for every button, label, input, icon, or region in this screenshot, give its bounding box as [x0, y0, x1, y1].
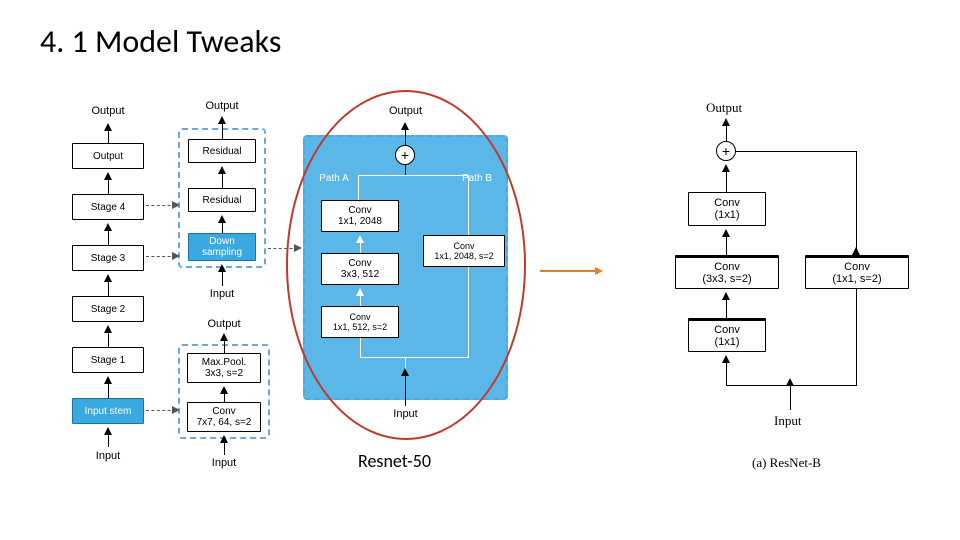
txt: Conv [844, 261, 870, 273]
dash-arrow [172, 201, 180, 209]
hline [736, 151, 856, 152]
txt: 7x7, 64, s=2 [197, 417, 252, 428]
arrow [104, 223, 112, 231]
txt: Input stem [85, 406, 132, 417]
col1-inputstem: Input stem [72, 398, 144, 424]
txt: Stage 3 [91, 253, 125, 264]
stem [222, 124, 223, 139]
col1-stage4: Stage 4 [72, 194, 144, 220]
dash-arrow [172, 252, 180, 260]
stem [224, 443, 225, 455]
txt: Residual [203, 195, 242, 206]
txt: (1x1) [714, 336, 739, 348]
arrow [220, 386, 228, 394]
col4-c1: Conv (1x1) [688, 192, 766, 226]
col1-stage1: Stage 1 [72, 347, 144, 373]
stem [222, 272, 223, 286]
col2a-res2: Residual [188, 188, 256, 212]
txt: Stage 1 [91, 355, 125, 366]
arrow [852, 247, 860, 255]
txt: 3x3, s=2 [205, 368, 243, 379]
col1-stage3: Stage 3 [72, 245, 144, 271]
arrow [218, 215, 226, 223]
caption-center: Resnet-50 [358, 450, 431, 472]
txt: Stage 2 [91, 304, 125, 315]
stem [726, 237, 727, 255]
txt: Conv [714, 197, 740, 209]
arrow [218, 264, 226, 272]
arrow [722, 229, 730, 237]
arrow [104, 172, 112, 180]
arrow [220, 435, 228, 443]
col4-output: Output [706, 100, 742, 116]
arrow [220, 333, 228, 341]
stem [224, 341, 225, 353]
arrow [722, 164, 730, 172]
col2b-output: Output [183, 318, 265, 330]
col1-stage2: Stage 2 [72, 296, 144, 322]
stem [790, 385, 791, 410]
col4-side: Conv (1x1, s=2) [805, 255, 909, 289]
txt: (1x1, s=2) [832, 273, 881, 285]
col2a-output: Output [183, 100, 261, 112]
red-highlight-circle [286, 90, 526, 440]
stem [108, 282, 109, 296]
arrow [104, 427, 112, 435]
arrow [786, 378, 794, 386]
plus-node: + [716, 141, 736, 161]
arrow [104, 376, 112, 384]
col2a-input: Input [183, 288, 261, 300]
arrow [104, 325, 112, 333]
arrow [722, 292, 730, 300]
stem [726, 363, 727, 385]
stem [222, 223, 223, 233]
col4-c3: Conv (1x1) [688, 318, 766, 352]
stem [856, 151, 857, 255]
txt: (3x3, s=2) [702, 273, 751, 285]
slide-root: 4. 1 Model Tweaks Output Output Stage 4 … [0, 0, 960, 540]
stem [726, 300, 727, 318]
col2a-res1: Residual [188, 139, 256, 163]
dash-arrow [172, 406, 180, 414]
slide-title: 4. 1 Model Tweaks [40, 22, 281, 61]
txt: Output [93, 151, 123, 162]
col1-input: Input [72, 450, 144, 462]
arrow [104, 123, 112, 131]
txt: Conv [714, 261, 740, 273]
txt: Down sampling [189, 236, 255, 258]
stem [108, 131, 109, 143]
stem [108, 435, 109, 447]
stem [108, 384, 109, 398]
col2b-input: Input [183, 457, 265, 469]
col4-input: Input [774, 413, 801, 429]
col1-output: Output [72, 105, 144, 117]
stem [222, 174, 223, 188]
col2b-conv: Conv 7x7, 64, s=2 [187, 402, 261, 432]
stem [224, 394, 225, 402]
txt: (1x1) [714, 209, 739, 221]
col2a-down: Down sampling [188, 233, 256, 261]
stem [726, 172, 727, 192]
txt: Conv [212, 406, 235, 417]
arrow [722, 118, 730, 126]
arrow [722, 355, 730, 363]
arrow [104, 274, 112, 282]
txt: Residual [203, 146, 242, 157]
arrow [218, 166, 226, 174]
txt: Conv [714, 324, 740, 336]
stem [108, 231, 109, 245]
col1-outputbox: Output [72, 143, 144, 169]
col2b-maxpool: Max.Pool. 3x3, s=2 [187, 353, 261, 383]
stem [108, 333, 109, 347]
col4-c2: Conv (3x3, s=2) [675, 255, 779, 289]
arrow [218, 116, 226, 124]
stem [726, 126, 727, 141]
txt: Max.Pool. [202, 357, 246, 368]
orange-arrow [540, 270, 595, 272]
stem [856, 289, 857, 385]
col4-caption: (a) ResNet-B [752, 455, 821, 471]
txt: Stage 4 [91, 202, 125, 213]
stem [108, 180, 109, 194]
